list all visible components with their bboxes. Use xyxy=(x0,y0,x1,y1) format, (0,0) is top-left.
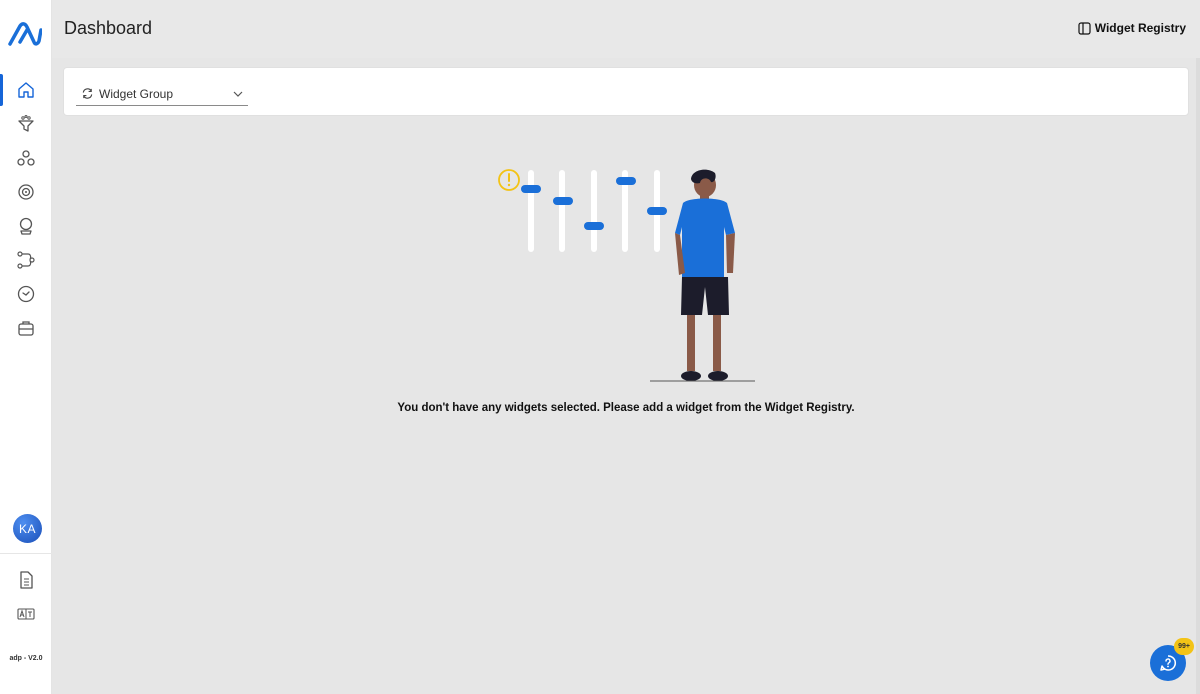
widget-group-card: Widget Group xyxy=(63,67,1189,116)
app-logo-icon[interactable] xyxy=(8,18,42,48)
sync-icon xyxy=(82,88,93,99)
notification-badge: 99+ xyxy=(1174,638,1194,655)
funnel-icon xyxy=(18,115,34,132)
avatar[interactable]: KA xyxy=(13,514,42,543)
sidebar-divider xyxy=(0,553,52,554)
page-title: Dashboard xyxy=(64,18,153,38)
sidebar-item-funnel[interactable] xyxy=(0,108,52,140)
sidebar-item-clock[interactable] xyxy=(0,278,52,310)
document-icon xyxy=(20,571,33,589)
widget-group-label: Widget Group xyxy=(99,86,174,101)
clock-icon xyxy=(17,285,35,303)
scrollbar[interactable] xyxy=(1196,58,1200,694)
sidebar-item-briefcase[interactable] xyxy=(0,312,52,344)
workflow-icon xyxy=(17,251,35,269)
home-icon xyxy=(18,82,34,98)
panel-icon xyxy=(1078,21,1091,35)
nodes-icon xyxy=(17,150,35,166)
chevron-down-icon xyxy=(233,91,243,97)
sidebar-item-home[interactable] xyxy=(0,74,52,106)
sidebar-item-target[interactable] xyxy=(0,176,52,208)
widget-registry-label: Widget Registry xyxy=(1094,21,1186,35)
header: Dashboard Widget Registry xyxy=(52,0,1200,58)
help-chat-icon xyxy=(1160,655,1177,671)
sidebar-item-translate[interactable] xyxy=(0,598,52,630)
sidebar-item-document[interactable] xyxy=(0,564,52,596)
target-icon xyxy=(18,184,34,200)
sidebar-item-crystal-ball[interactable] xyxy=(0,210,52,242)
translate-icon xyxy=(17,608,35,620)
crystal-ball-icon xyxy=(19,217,33,235)
sidebar: KA adp - V2.0 xyxy=(0,0,52,694)
version-label: adp - V2.0 xyxy=(9,655,43,662)
widget-registry-button[interactable]: Widget Registry xyxy=(1078,21,1186,35)
widget-group-select[interactable]: Widget Group xyxy=(76,82,248,106)
briefcase-icon xyxy=(18,321,34,336)
sidebar-item-nodes[interactable] xyxy=(0,142,52,174)
empty-state-illustration xyxy=(498,169,755,382)
empty-state-message: You don't have any widgets selected. Ple… xyxy=(397,402,855,414)
sidebar-item-workflow[interactable] xyxy=(0,244,52,276)
